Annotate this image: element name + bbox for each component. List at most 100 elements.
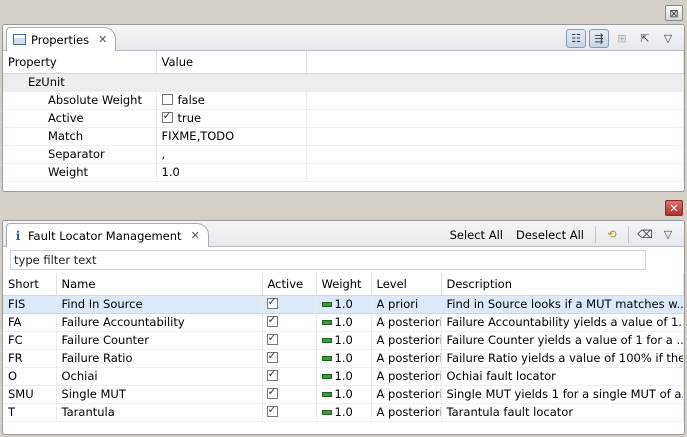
locator-active[interactable] bbox=[262, 403, 317, 422]
category-row[interactable]: EzUnit bbox=[3, 73, 684, 92]
locator-short: O bbox=[3, 367, 57, 386]
property-value[interactable]: , bbox=[156, 145, 307, 164]
locator-weight[interactable]: 1.0 bbox=[316, 331, 372, 350]
property-row[interactable]: Separator, bbox=[3, 145, 684, 164]
properties-view: Properties ✕ ☷ ⇶ ⊞ ⇱ ▽ Property Value Ez… bbox=[2, 24, 685, 192]
fault-locator-view: i Fault Locator Management ✕ Select All … bbox=[2, 220, 685, 435]
weight-value: 1.0 bbox=[334, 387, 353, 401]
locator-level: A posteriori bbox=[371, 349, 442, 368]
property-value[interactable]: false bbox=[156, 91, 307, 110]
locator-name: Find In Source bbox=[56, 295, 263, 314]
column-header-short[interactable]: Short bbox=[3, 273, 57, 296]
property-value[interactable]: 1.0 bbox=[156, 163, 307, 182]
fault-locator-row[interactable]: FRFailure Ratio 1.0 A posterioriFailure Ra… bbox=[3, 349, 684, 368]
properties-minimize-button[interactable]: ⊠ bbox=[665, 5, 683, 21]
property-value-text: , bbox=[161, 147, 166, 161]
view-menu-button[interactable]: ▽ bbox=[658, 225, 678, 244]
locator-name: Failure Accountability bbox=[56, 313, 263, 332]
column-header-level[interactable]: Level bbox=[371, 273, 442, 296]
tab-properties-label: Properties bbox=[31, 32, 90, 47]
clear-button[interactable]: ⌫ bbox=[635, 225, 655, 244]
deselect-all-button[interactable]: Deselect All bbox=[511, 228, 589, 242]
column-header-property[interactable]: Property bbox=[3, 51, 157, 74]
column-header-weight[interactable]: Weight bbox=[316, 273, 372, 296]
filter-input[interactable]: type filter text bbox=[10, 250, 646, 270]
pin-button[interactable]: ⇱ bbox=[635, 29, 655, 48]
active-checkbox[interactable] bbox=[266, 403, 278, 417]
locator-weight[interactable]: 1.0 bbox=[316, 367, 372, 386]
property-value[interactable]: true bbox=[156, 109, 307, 128]
refresh-button[interactable]: ⟲ bbox=[602, 225, 622, 244]
locator-weight[interactable]: 1.0 bbox=[316, 313, 372, 332]
property-row[interactable]: Weight 1.0 bbox=[3, 163, 684, 182]
column-header-description[interactable]: Description bbox=[441, 273, 684, 296]
tab-properties[interactable]: Properties ✕ bbox=[6, 27, 117, 51]
locator-active[interactable] bbox=[262, 367, 317, 386]
property-checkbox[interactable] bbox=[161, 94, 173, 105]
locator-active[interactable] bbox=[262, 295, 317, 314]
fault-locator-close-button[interactable]: ✕ bbox=[665, 200, 683, 216]
fault-locator-toolbar: Select All Deselect All ⟲ ⌫ ▽ bbox=[445, 225, 678, 244]
property-checkbox[interactable] bbox=[161, 109, 173, 123]
weight-value: 1.0 bbox=[334, 315, 353, 329]
locator-weight[interactable]: 1.0 bbox=[316, 349, 372, 368]
weight-bar-icon bbox=[321, 392, 332, 397]
property-value-text: 1.0 bbox=[161, 165, 180, 179]
property-name: Absolute Weight bbox=[3, 91, 157, 110]
column-header-name[interactable]: Name bbox=[56, 273, 263, 296]
fault-locator-row[interactable]: FAFailure Accountability 1.0 A posterioriF… bbox=[3, 313, 684, 332]
fault-locator-row[interactable]: FISFind In Source 1.0 A prioriFind in Sour… bbox=[3, 295, 684, 314]
active-checkbox[interactable] bbox=[266, 295, 278, 309]
property-row[interactable]: Absolute Weight false bbox=[3, 91, 684, 110]
locator-active[interactable] bbox=[262, 349, 317, 368]
property-row[interactable]: Match FIXME,TODO bbox=[3, 127, 684, 146]
property-name: Match bbox=[3, 127, 157, 146]
property-name: Separator bbox=[3, 145, 157, 164]
locator-active[interactable] bbox=[262, 385, 317, 404]
locator-weight[interactable]: 1.0 bbox=[316, 403, 372, 422]
filter-icon: ⇶ bbox=[594, 32, 604, 45]
close-icon[interactable]: ✕ bbox=[191, 229, 200, 242]
advanced-properties-button[interactable]: ⊞ bbox=[612, 29, 632, 48]
locator-short: SMU bbox=[3, 385, 57, 404]
column-header-value[interactable]: Value bbox=[156, 51, 307, 74]
filter-button[interactable]: ⇶ bbox=[589, 29, 609, 48]
weight-value: 1.0 bbox=[334, 405, 353, 419]
fault-locator-row[interactable]: FCFailure Counter 1.0 A posterioriFailure … bbox=[3, 331, 684, 350]
active-checkbox[interactable] bbox=[266, 367, 278, 381]
fault-locator-row[interactable]: TTarantula 1.0 A posterioriTarantula fault… bbox=[3, 403, 684, 422]
active-checkbox[interactable] bbox=[266, 349, 278, 363]
locator-weight[interactable]: 1.0 bbox=[316, 385, 372, 404]
active-checkbox[interactable] bbox=[266, 385, 278, 399]
locator-name: Single MUT bbox=[56, 385, 263, 404]
toolbar-separator bbox=[595, 226, 596, 243]
weight-bar-icon bbox=[321, 410, 332, 415]
weight-bar-icon bbox=[321, 338, 332, 343]
property-value[interactable]: FIXME,TODO bbox=[156, 127, 307, 146]
close-icon[interactable]: ✕ bbox=[98, 33, 107, 46]
select-all-button[interactable]: Select All bbox=[445, 228, 508, 242]
property-value-text: false bbox=[177, 93, 205, 107]
view-menu-button[interactable]: ▽ bbox=[658, 29, 678, 48]
column-header-active[interactable]: Active bbox=[262, 273, 317, 296]
show-categories-button[interactable]: ☷ bbox=[566, 29, 586, 48]
locator-level: A posteriori bbox=[371, 313, 442, 332]
locator-active[interactable] bbox=[262, 313, 317, 332]
active-checkbox[interactable] bbox=[266, 331, 278, 345]
weight-bar-icon bbox=[321, 302, 332, 307]
property-row[interactable]: Active true bbox=[3, 109, 684, 128]
fault-locator-tabstrip: i Fault Locator Management ✕ Select All … bbox=[3, 221, 684, 247]
weight-value: 1.0 bbox=[334, 351, 353, 365]
active-checkbox[interactable] bbox=[266, 313, 278, 327]
weight-value: 1.0 bbox=[334, 369, 353, 383]
tab-fault-locator-label: Fault Locator Management bbox=[28, 228, 182, 243]
fault-locator-row[interactable]: SMUSingle MUT 1.0 A posterioriSingle MUT y… bbox=[3, 385, 684, 404]
locator-level: A posteriori bbox=[371, 403, 442, 422]
fault-locator-row[interactable]: OOchiai 1.0 A posterioriOchiai fault locat… bbox=[3, 367, 684, 386]
locator-name: Ochiai bbox=[56, 367, 263, 386]
locator-active[interactable] bbox=[262, 331, 317, 350]
property-value-text: FIXME,TODO bbox=[161, 129, 235, 143]
locator-weight[interactable]: 1.0 bbox=[316, 295, 372, 314]
locator-short: FA bbox=[3, 313, 57, 332]
tab-fault-locator-management[interactable]: i Fault Locator Management ✕ bbox=[6, 223, 209, 247]
